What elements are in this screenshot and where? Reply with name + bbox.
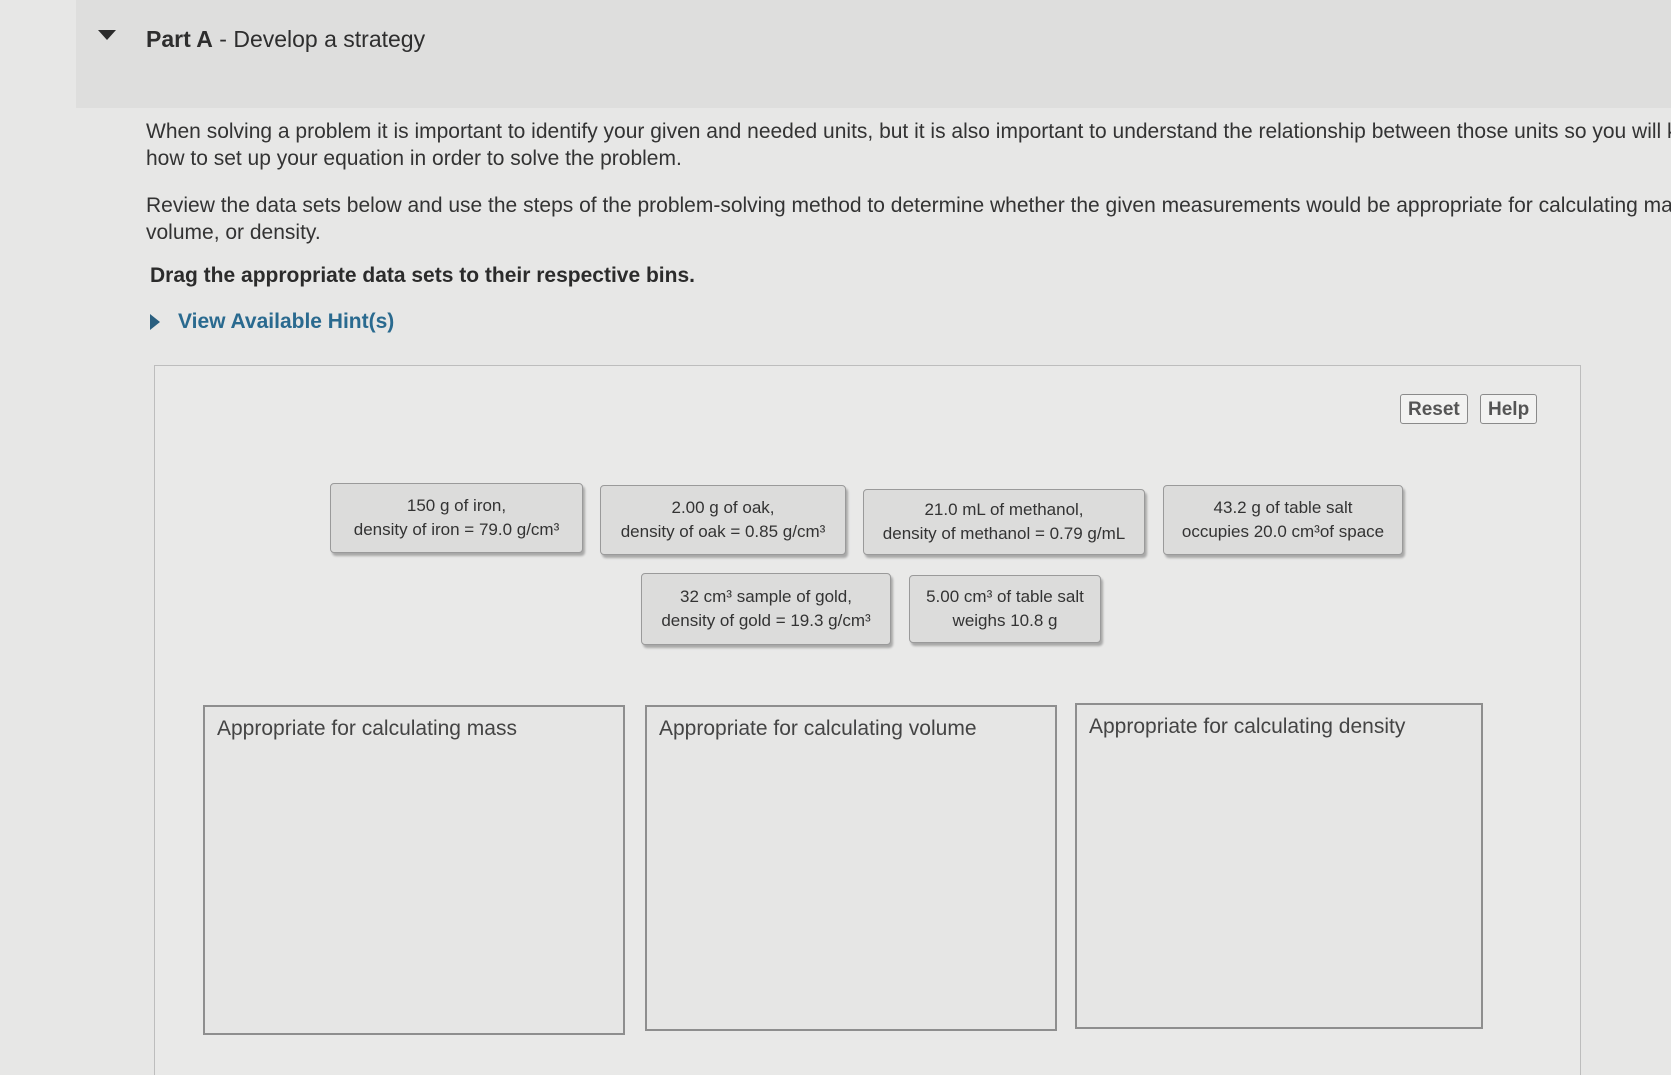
bin-volume[interactable]: Appropriate for calculating volume — [645, 705, 1057, 1031]
expand-arrow-icon — [150, 314, 160, 330]
bin-density[interactable]: Appropriate for calculating density — [1075, 703, 1483, 1029]
intro-line-2: how to set up your equation in order to … — [146, 147, 682, 170]
bin-density-label: Appropriate for calculating density — [1089, 715, 1406, 738]
data-set-oak[interactable]: 2.00 g of oak, density of oak = 0.85 g/c… — [600, 485, 846, 555]
data-set-oak-line2: density of oak = 0.85 g/cm³ — [620, 522, 826, 541]
bin-volume-label: Appropriate for calculating volume — [659, 717, 977, 740]
data-set-iron-line1: 150 g of iron, — [406, 496, 507, 515]
collapse-triangle-icon[interactable] — [98, 30, 116, 40]
part-title[interactable]: Part A - Develop a strategy — [146, 26, 425, 53]
data-set-oak-line1: 2.00 g of oak, — [671, 498, 775, 517]
intro-line-1: When solving a problem it is important t… — [146, 120, 1671, 143]
data-set-iron-line2: density of iron = 79.0 g/cm³ — [353, 520, 560, 539]
intro-paragraph: When solving a problem it is important t… — [146, 118, 1671, 172]
data-set-table-salt-volume[interactable]: 5.00 cm³ of table salt weighs 10.8 g — [909, 575, 1101, 643]
part-header — [76, 0, 1671, 108]
view-hints-toggle[interactable]: View Available Hint(s) — [150, 310, 394, 334]
reset-button[interactable]: Reset — [1400, 394, 1468, 424]
data-set-table-salt-mass-line2: occupies 20.0 cm³of space — [1181, 522, 1385, 541]
part-label: Part A — [146, 26, 213, 52]
view-hints-label: View Available Hint(s) — [178, 310, 395, 333]
data-set-table-salt-volume-line1: 5.00 cm³ of table salt — [926, 587, 1084, 606]
data-set-methanol-line1: 21.0 mL of methanol, — [924, 500, 1084, 519]
part-subtitle: - Develop a strategy — [212, 26, 426, 52]
data-set-table-salt-volume-line2: weighs 10.8 g — [952, 611, 1058, 630]
help-button[interactable]: Help — [1480, 394, 1538, 424]
data-set-iron[interactable]: 150 g of iron, density of iron = 79.0 g/… — [330, 483, 583, 553]
data-set-gold-line2: density of gold = 19.3 g/cm³ — [661, 611, 871, 630]
data-set-methanol-line2: density of methanol = 0.79 g/mL — [882, 524, 1126, 543]
review-line-1: Review the data sets below and use the s… — [146, 194, 1671, 217]
data-set-table-salt-mass-line1: 43.2 g of table salt — [1213, 498, 1353, 517]
data-set-gold-line1: 32 cm³ sample of gold, — [680, 587, 852, 606]
drag-instruction: Drag the appropriate data sets to their … — [150, 264, 695, 287]
data-set-table-salt-mass[interactable]: 43.2 g of table salt occupies 20.0 cm³of… — [1163, 485, 1403, 555]
data-set-methanol[interactable]: 21.0 mL of methanol, density of methanol… — [863, 489, 1145, 555]
review-line-2: volume, or density. — [146, 221, 321, 244]
bin-mass[interactable]: Appropriate for calculating mass — [203, 705, 625, 1035]
data-set-gold[interactable]: 32 cm³ sample of gold, density of gold =… — [641, 573, 891, 645]
bin-mass-label: Appropriate for calculating mass — [217, 717, 517, 740]
review-paragraph: Review the data sets below and use the s… — [146, 192, 1671, 246]
